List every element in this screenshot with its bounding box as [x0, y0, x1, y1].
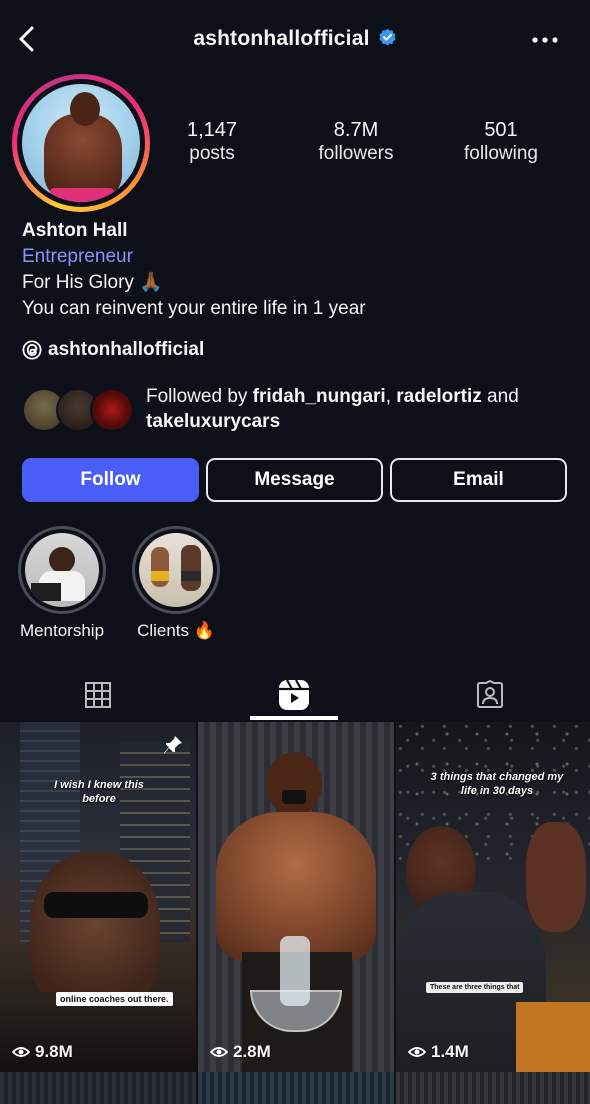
highlight-clients[interactable]: Clients 🔥	[126, 526, 226, 642]
reel-thumbnail-partial[interactable]	[0, 1072, 196, 1104]
eye-play-icon	[210, 1047, 228, 1057]
follow-button[interactable]: Follow	[22, 458, 199, 502]
profile-name: Ashton Hall	[22, 220, 128, 241]
highlight-cover	[139, 533, 213, 607]
active-tab-indicator	[250, 716, 338, 720]
reel-overlay-text: I wish I knew this before	[54, 779, 144, 805]
mutual-avatar	[90, 388, 134, 432]
reel-thumbnail[interactable]: I wish I knew this before online coaches…	[0, 722, 196, 1072]
threads-link[interactable]: ashtonhallofficial	[22, 337, 204, 363]
tab-tagged[interactable]	[392, 668, 588, 722]
email-button[interactable]: Email	[390, 458, 567, 502]
reel-thumbnail[interactable]: 3 things that changed my life in 30 days…	[396, 722, 590, 1072]
tab-grid[interactable]	[0, 668, 196, 722]
highlight-label: Clients 🔥	[137, 621, 215, 640]
reel-overlay-text: 3 things that changed my life in 30 days	[430, 771, 564, 797]
content-tabs	[0, 668, 590, 722]
reel-views: 1.4M	[408, 1042, 469, 1062]
profile-bio: Ashton Hall Entrepreneur For His Glory 🙏…	[22, 218, 572, 322]
reel-caption: These are three things that	[426, 982, 524, 993]
verified-badge-icon	[379, 28, 396, 46]
reel-thumbnail-partial[interactable]	[198, 1072, 394, 1104]
highlight-cover	[25, 533, 99, 607]
followers-count[interactable]: 8.7M followers	[281, 118, 431, 166]
reel-caption: online coaches out there.	[56, 992, 173, 1006]
tagged-person-icon	[477, 680, 503, 708]
following-count[interactable]: 501 following	[426, 118, 576, 166]
eye-play-icon	[408, 1047, 426, 1057]
followed-by[interactable]: Followed by fridah_nungari, radelortiz a…	[22, 384, 582, 436]
reel-thumbnail[interactable]: 2.8M	[198, 722, 394, 1072]
threads-handle: ashtonhallofficial	[48, 339, 205, 360]
posts-count[interactable]: 1,147 posts	[137, 118, 287, 166]
bio-line: For His Glory 🙏🏾	[22, 272, 163, 293]
tab-reels[interactable]	[196, 668, 392, 722]
grid-icon	[85, 682, 111, 708]
followed-by-text: Followed by fridah_nungari, radelortiz a…	[146, 386, 519, 432]
highlight-mentorship[interactable]: Mentorship	[12, 526, 112, 642]
profile-avatar[interactable]	[12, 74, 150, 212]
reel-thumbnail-partial[interactable]	[396, 1072, 590, 1104]
username-text: ashtonhallofficial	[193, 27, 370, 50]
profile-category: Entrepreneur	[22, 246, 133, 267]
more-options-button[interactable]	[530, 30, 560, 50]
reel-views: 2.8M	[210, 1042, 271, 1062]
more-horizontal-icon	[532, 37, 558, 43]
profile-username-header: ashtonhallofficial	[0, 27, 590, 51]
avatar-photo	[22, 84, 140, 202]
pin-icon	[164, 736, 182, 754]
reel-views: 9.8M	[12, 1042, 73, 1062]
reels-icon	[279, 679, 309, 710]
top-bar: ashtonhallofficial	[0, 0, 590, 80]
message-button[interactable]: Message	[206, 458, 383, 502]
eye-play-icon	[12, 1047, 30, 1057]
highlight-label: Mentorship	[19, 621, 105, 640]
profile-actions: Follow Message Email	[22, 458, 568, 502]
reels-grid: I wish I knew this before online coaches…	[0, 722, 590, 1104]
bio-line: You can reinvent your entire life in 1 y…	[22, 298, 366, 319]
threads-icon	[22, 340, 42, 360]
